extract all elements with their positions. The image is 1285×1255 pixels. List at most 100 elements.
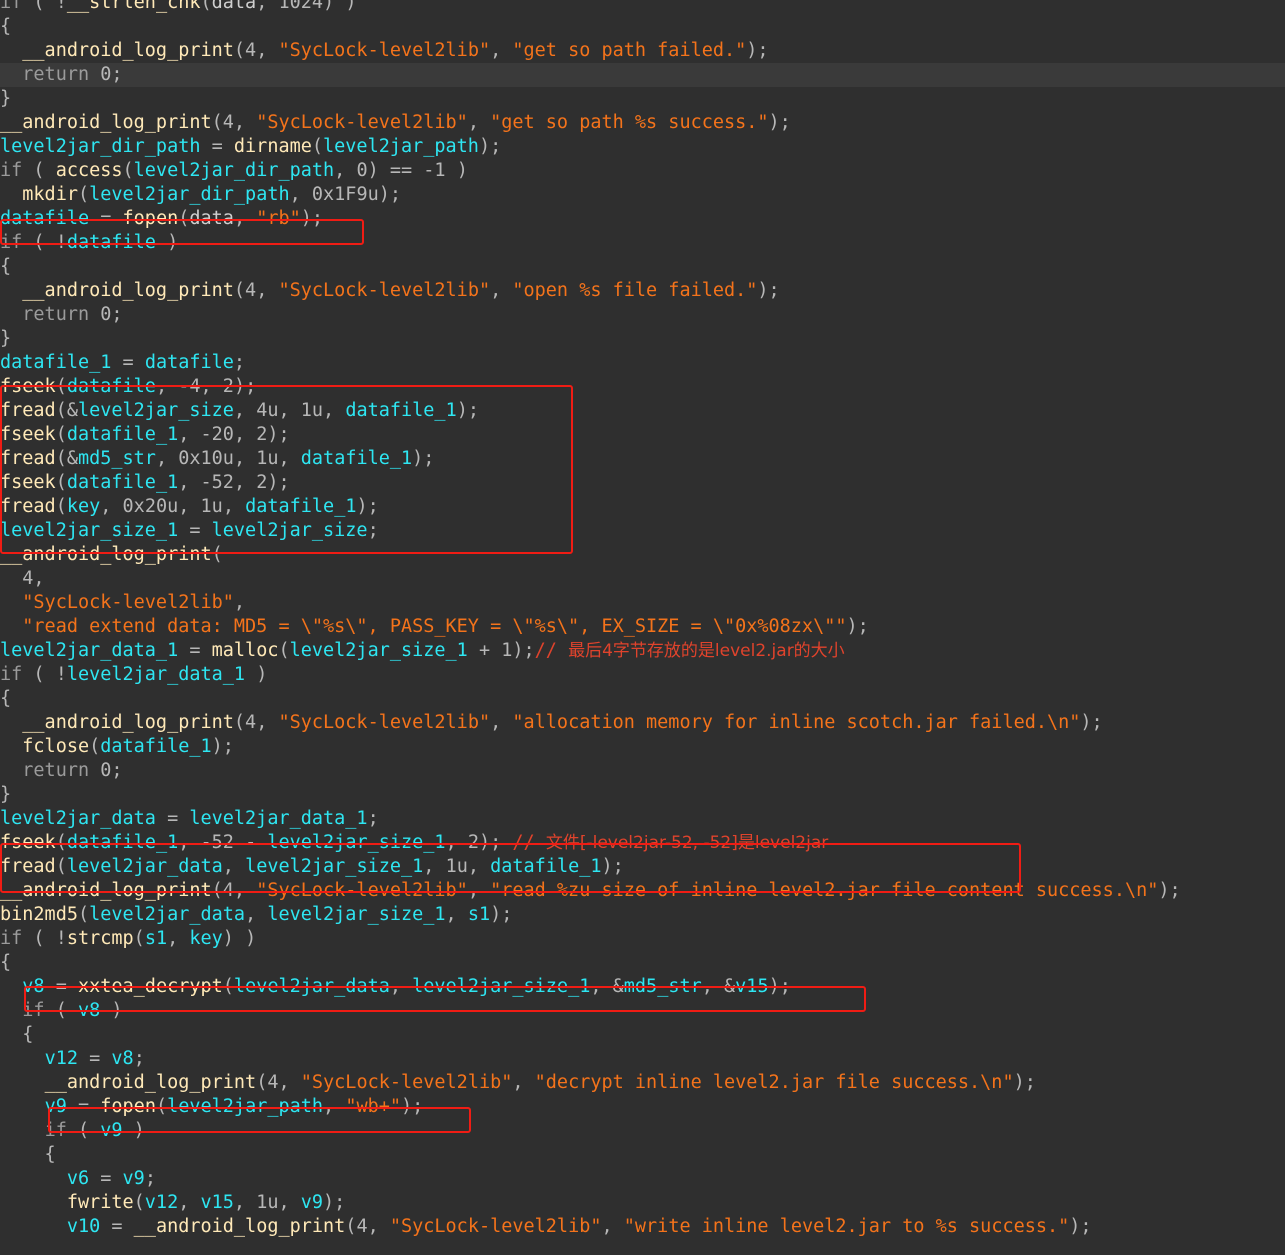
code-token: ( [55,856,67,877]
code-token: "SycLock-level2lib" [278,712,491,733]
code-line[interactable]: { [0,951,1285,975]
code-line[interactable]: return 0; [0,759,1285,783]
code-line[interactable]: __android_log_print(4, "SycLock-level2li… [0,879,1285,903]
code-token: __android_log_print [22,40,234,61]
code-token: ; [144,1168,156,1189]
code-line[interactable]: __android_log_print(4, "SycLock-level2li… [0,111,1285,135]
code-line[interactable]: if ( !level2jar_data_1 ) [0,663,1285,687]
code-line[interactable]: if ( !__strlen_chk(data, 1024) ) [0,0,1285,15]
code-token: ( [345,1216,357,1237]
code-token: fseek [0,424,56,445]
code-token: level2jar_size_1 [267,904,446,925]
code-line[interactable]: "SycLock-level2lib", [0,591,1285,615]
code-line[interactable]: return 0; [0,63,1285,87]
code-token: , [233,208,257,229]
code-token: ; [367,808,379,829]
code-token: ) [100,1000,123,1021]
code-line[interactable]: fread(&md5_str, 0x10u, 1u, datafile_1); [0,447,1285,471]
code-line[interactable]: level2jar_size_1 = level2jar_size; [0,519,1285,543]
code-line[interactable]: level2jar_dir_path = dirname(level2jar_p… [0,135,1285,159]
code-line[interactable]: fread(key, 0x20u, 1u, datafile_1); [0,495,1285,519]
code-token: ( [77,1120,101,1141]
code-line[interactable]: v12 = v8; [0,1047,1285,1071]
code-token: access [55,160,123,181]
code-line[interactable]: fseek(datafile_1, -52, 2); [0,471,1285,495]
code-line[interactable]: if ( access(level2jar_dir_path, 0) == -1… [0,159,1285,183]
pseudocode-view[interactable]: if ( !__strlen_chk(data, 1024) ){ __andr… [0,0,1285,1255]
code-token: level2jar_size [77,400,234,421]
code-line[interactable]: return 0; [0,303,1285,327]
code-line[interactable]: { [0,15,1285,39]
code-token: if [0,0,34,13]
code-line[interactable]: datafile = fopen(data, "rb"); [0,207,1285,231]
code-token: ( [77,904,90,925]
code-line[interactable]: "read extend data: MD5 = \"%s\", PASS_KE… [0,615,1285,639]
code-line[interactable]: __android_log_print( [0,543,1285,567]
code-token: v9 [300,1192,324,1213]
code-token: , [233,400,257,421]
code-line[interactable]: { [0,1023,1285,1047]
code-token: ); [456,400,479,421]
code-token: -1 [423,160,446,181]
code-line[interactable]: } [0,87,1285,111]
code-line[interactable]: bin2md5(level2jar_data, level2jar_size_1… [0,903,1285,927]
code-line[interactable]: if ( v8 ) [0,999,1285,1023]
code-token: key [66,496,101,517]
code-line[interactable]: { [0,255,1285,279]
code-line[interactable]: if ( !strcmp(s1, key) ) [0,927,1285,951]
code-token: 1u [200,496,223,517]
code-token: ) ) [222,928,257,949]
code-token: ); [267,472,290,493]
code-line[interactable]: } [0,783,1285,807]
code-token: fseek [0,376,56,397]
code-token: datafile_1 [345,400,457,421]
code-line[interactable]: fclose(datafile_1); [0,735,1285,759]
code-line[interactable]: { [0,687,1285,711]
code-token: level2jar_path [167,1096,324,1117]
code-token: ( [233,712,246,733]
code-line[interactable]: if ( !datafile ) [0,231,1285,255]
code-line[interactable]: fseek(datafile_1, -20, 2); [0,423,1285,447]
code-token: -20 [200,424,234,445]
code-token: ); [768,976,791,997]
code-line[interactable]: v8 = xxtea_decrypt(level2jar_data, level… [0,975,1285,999]
code-line[interactable]: 4, [0,567,1285,591]
code-line[interactable]: v6 = v9; [0,1167,1285,1191]
code-line[interactable]: { [0,1143,1285,1167]
code-token: v10 [66,1216,101,1237]
code-token: ( [133,928,145,949]
code-line[interactable]: v10 = __android_log_print(4, "SycLock-le… [0,1215,1285,1239]
code-line[interactable]: fread(level2jar_data, level2jar_size_1, … [0,855,1285,879]
code-line[interactable]: __android_log_print(4, "SycLock-level2li… [0,1071,1285,1095]
code-line[interactable]: fseek(datafile_1, -52 - level2jar_size_1… [0,831,1285,855]
code-line[interactable]: __android_log_print(4, "SycLock-level2li… [0,39,1285,63]
code-line[interactable]: mkdir(level2jar_dir_path, 0x1F9u); [0,183,1285,207]
code-token: = [44,976,78,997]
code-token: datafile_1 [66,832,179,853]
code-token: level2jar_data [233,976,390,997]
code-token: 0 [100,64,112,85]
code-line[interactable]: __android_log_print(4, "SycLock-level2li… [0,711,1285,735]
code-token: mkdir [22,184,78,205]
code-line[interactable]: level2jar_data_1 = malloc(level2jar_size… [0,639,1285,663]
code-line[interactable]: fwrite(v12, v15, 1u, v9); [0,1191,1285,1215]
code-token: ; [367,520,379,541]
code-token: } [0,784,12,805]
code-token: = [178,520,212,541]
code-token: = [66,1096,101,1117]
code-line[interactable]: fseek(datafile, -4, 2); [0,375,1285,399]
code-line[interactable]: fread(&level2jar_size, 4u, 1u, datafile_… [0,399,1285,423]
code-token: ( [33,0,56,13]
code-line[interactable]: v9 = fopen(level2jar_path, "wb+"); [0,1095,1285,1119]
code-line[interactable]: __android_log_print(4, "SycLock-level2li… [0,279,1285,303]
code-line[interactable]: } [0,327,1285,351]
code-token: ( [33,928,56,949]
code-line[interactable]: datafile_1 = datafile; [0,351,1285,375]
code-line[interactable]: if ( v9 ) [0,1119,1285,1143]
code-line[interactable]: level2jar_data = level2jar_data_1; [0,807,1285,831]
code-token: 2 [256,472,268,493]
code-token: , [200,376,223,397]
code-token: - [233,832,268,853]
